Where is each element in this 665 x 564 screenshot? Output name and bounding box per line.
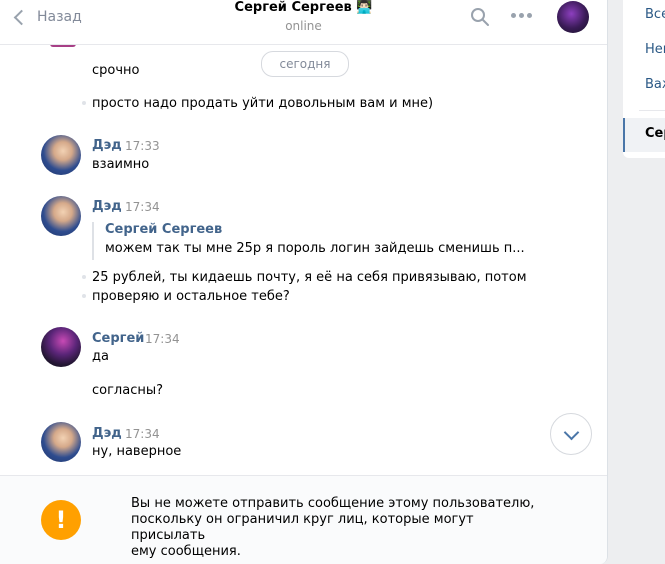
notice-line: ему сообщения. — [131, 544, 241, 559]
chat-panel: Назад Сергей Сергеев 👨🏻‍💻 online сегодня… — [0, 0, 608, 564]
message-text-line: проверяю и остальное тебе? — [92, 289, 290, 304]
sidebar-divider — [639, 110, 665, 111]
message-author[interactable]: Дэд — [92, 199, 122, 214]
search-icon[interactable] — [470, 7, 490, 27]
message-time[interactable]: 17:34 — [145, 332, 180, 346]
unread-dot — [82, 275, 86, 279]
sidebar-item-all[interactable]: Все — [645, 7, 665, 22]
folder-sidebar: Все Неп Важ Сер — [623, 0, 665, 158]
message-time[interactable]: 17:34 — [125, 200, 160, 214]
forwarded-author[interactable]: Сергей Сергеев — [105, 222, 222, 237]
message-text: взаимно — [92, 157, 150, 172]
avatar[interactable] — [41, 327, 81, 367]
sidebar-item-important[interactable]: Важ — [645, 77, 665, 92]
message-author[interactable]: Сергей — [92, 331, 144, 346]
message-text: просто надо продать уйти довольным вам и… — [92, 96, 434, 111]
more-icon[interactable] — [511, 13, 532, 18]
notice-line: Вы не можете отправить сообщение этому п… — [131, 496, 535, 511]
sidebar-item-label: Сер — [645, 126, 665, 141]
notice-line: поскольку он ограничил круг лиц, которые… — [131, 512, 474, 543]
unread-dot — [82, 294, 86, 298]
message-time[interactable]: 17:34 — [125, 427, 160, 441]
avatar[interactable] — [41, 196, 81, 236]
warning-icon: ! — [41, 500, 81, 540]
chevron-down-icon — [563, 424, 580, 441]
message-text: ну, наверное — [92, 444, 182, 459]
message-text: согласны? — [92, 383, 164, 398]
scroll-down-button[interactable] — [550, 413, 592, 455]
unread-dot — [82, 101, 86, 105]
message-text: да — [92, 349, 109, 364]
chat-header: Назад Сергей Сергеев 👨🏻‍💻 online — [0, 0, 607, 45]
sidebar-item-unread[interactable]: Неп — [645, 42, 665, 57]
date-pill: сегодня — [261, 51, 349, 77]
forwarded-message[interactable]: Сергей Сергеев можем так ты мне 25р я по… — [92, 222, 525, 260]
blocked-notice: ! Вы не можете отправить сообщение этому… — [0, 475, 607, 564]
header-avatar[interactable] — [557, 1, 589, 33]
avatar[interactable] — [41, 422, 81, 462]
blocked-notice-text: Вы не можете отправить сообщение этому п… — [131, 496, 551, 560]
sidebar-item-active-chat[interactable]: Сер — [623, 118, 665, 152]
message-text: срочно — [92, 63, 140, 78]
message-text-line: 25 рублей, ты кидаешь почту, я её на себ… — [92, 270, 527, 285]
message-time[interactable]: 17:33 — [125, 139, 160, 153]
avatar[interactable] — [41, 135, 81, 175]
contact-status: online — [285, 19, 322, 33]
forwarded-text: можем так ты мне 25р я пороль логин зайд… — [105, 241, 525, 256]
message-author[interactable]: Дэд — [92, 138, 122, 153]
message-author[interactable]: Дэд — [92, 426, 122, 441]
